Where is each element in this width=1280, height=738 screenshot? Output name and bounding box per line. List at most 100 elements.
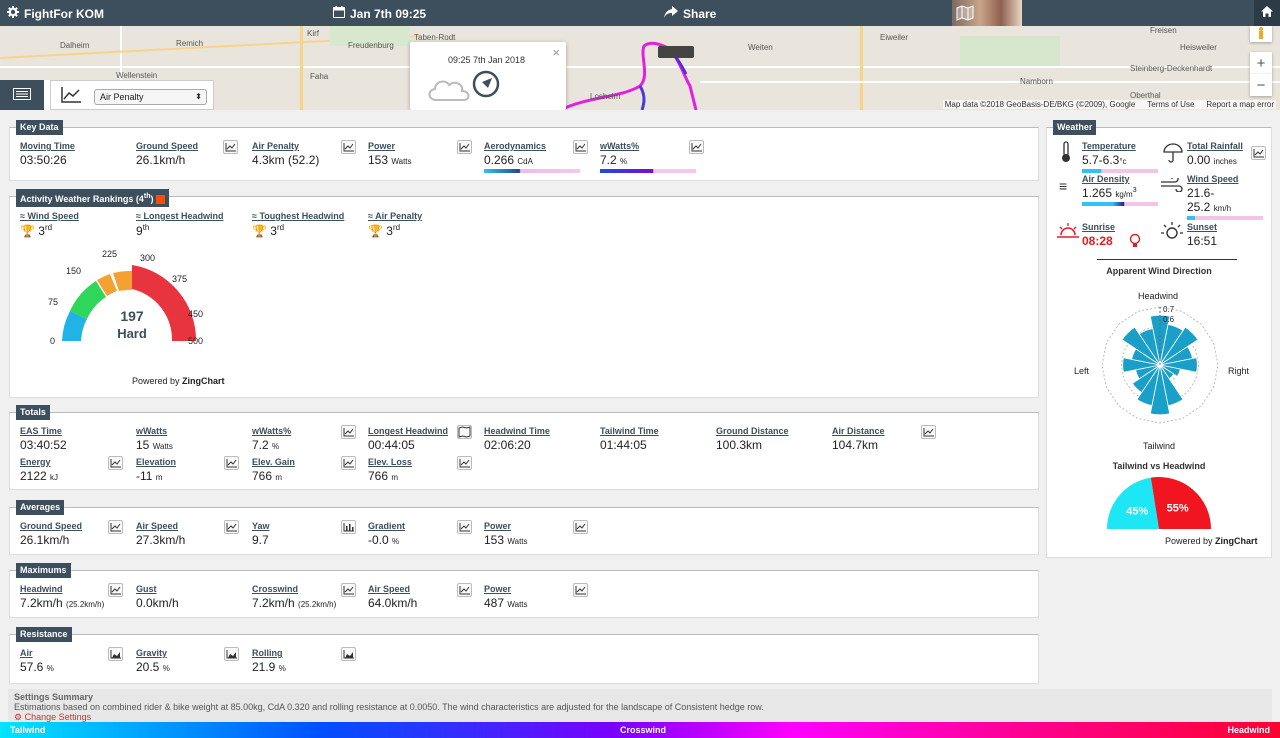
gauge-band: [113, 270, 132, 291]
chart-button[interactable]: [573, 140, 588, 154]
line-chart-icon: [226, 459, 237, 468]
strava-icon[interactable]: [156, 195, 165, 205]
chart-button[interactable]: [457, 520, 472, 534]
area-chart-button[interactable]: [341, 647, 356, 661]
stat-label[interactable]: Air Penalty: [252, 141, 319, 151]
chart-button[interactable]: [341, 456, 356, 470]
chart-button[interactable]: [921, 425, 936, 439]
chart-button[interactable]: [108, 456, 123, 470]
map-label: Eiweiler: [880, 33, 909, 42]
list-view-button[interactable]: [0, 80, 44, 110]
map-marker[interactable]: [658, 46, 694, 58]
stat-label[interactable]: Sunrise: [1082, 222, 1115, 232]
chart-button[interactable]: [341, 583, 356, 597]
stat-label[interactable]: Gust: [136, 584, 179, 594]
stat-label[interactable]: EAS Time: [20, 426, 67, 436]
chart-button[interactable]: [457, 140, 472, 154]
chart-button[interactable]: [573, 520, 588, 534]
line-chart-icon: [226, 523, 237, 532]
stat-label[interactable]: Ground Speed: [136, 141, 198, 151]
zoom-in-label: +: [1256, 54, 1266, 72]
overlay-metric-select[interactable]: Air Penalty ⬍: [94, 89, 207, 105]
stat-label[interactable]: Elev. Loss: [368, 457, 412, 467]
report-error-link[interactable]: Report a map error: [1206, 100, 1274, 109]
ranking-label[interactable]: ≈ Air Penalty: [368, 211, 422, 221]
stat-label[interactable]: Wind Speed: [1187, 174, 1263, 184]
area-chart-button[interactable]: [108, 647, 123, 661]
stat-label[interactable]: Moving Time: [20, 141, 75, 151]
stat-label[interactable]: Elevation: [136, 457, 176, 467]
stat-label[interactable]: Rolling: [252, 648, 286, 658]
terms-link[interactable]: Terms of Use: [1147, 100, 1194, 109]
stat-label[interactable]: Gradient: [368, 521, 405, 531]
chart-button[interactable]: [457, 583, 472, 597]
ranking-label[interactable]: ≈ Wind Speed: [20, 211, 79, 221]
tvh-slice-tailwind[interactable]: [1107, 477, 1159, 529]
chart-button[interactable]: [224, 520, 239, 534]
chart-button[interactable]: [108, 520, 123, 534]
chart-button[interactable]: [457, 456, 472, 470]
stat-label[interactable]: Sunset: [1187, 222, 1217, 232]
stat-label[interactable]: wWatts%: [252, 426, 291, 436]
close-icon[interactable]: ×: [552, 45, 560, 60]
chart-button[interactable]: [108, 583, 123, 597]
chart-button[interactable]: [341, 425, 356, 439]
street-view-button[interactable]: [1250, 26, 1272, 42]
date-button[interactable]: Jan 7th 09:25: [333, 6, 426, 21]
map-button[interactable]: [457, 425, 472, 439]
ranking-label[interactable]: ≈ Toughest Headwind: [252, 211, 344, 221]
ranking-label[interactable]: ≈ Longest Headwind: [136, 211, 223, 221]
stat-label[interactable]: Air Speed: [368, 584, 417, 594]
trophy-icon: 🏆: [252, 224, 267, 238]
stat-label[interactable]: Ground Distance: [716, 426, 789, 436]
stat-label[interactable]: Temperature: [1082, 141, 1158, 151]
line-chart-icon: [459, 586, 470, 595]
stat-label[interactable]: Air Speed: [136, 521, 185, 531]
stat-label[interactable]: Longest Headwind: [368, 426, 448, 436]
app-title-button[interactable]: FightFor KOM: [7, 6, 104, 21]
chart-button[interactable]: [224, 456, 239, 470]
profile-photo[interactable]: [952, 0, 1022, 26]
histogram-button[interactable]: [341, 520, 356, 534]
stat-label[interactable]: Air: [20, 648, 54, 658]
chart-button[interactable]: [573, 583, 588, 597]
chart-button[interactable]: [689, 140, 704, 154]
stat-label[interactable]: Headwind Time: [484, 426, 550, 436]
chart-button[interactable]: [223, 140, 238, 154]
stat-label[interactable]: Elev. Gain: [252, 457, 295, 467]
unit: %: [392, 537, 400, 546]
stat-label[interactable]: Tailwind Time: [600, 426, 659, 436]
chart-button[interactable]: [1251, 146, 1266, 160]
zingchart-link[interactable]: ZingChart: [1215, 536, 1258, 546]
stat-label[interactable]: Headwind: [20, 584, 104, 594]
stat-label[interactable]: Power: [484, 584, 528, 594]
zingchart-link[interactable]: ZingChart: [182, 376, 225, 386]
zoom-out-button[interactable]: −: [1250, 74, 1272, 96]
stat-label[interactable]: Crosswind: [252, 584, 336, 594]
stat-label[interactable]: wWatts: [136, 426, 173, 436]
stat-label[interactable]: Power: [368, 141, 412, 151]
line-chart-icon[interactable]: [61, 87, 81, 106]
stat-label[interactable]: wWatts%: [600, 141, 696, 151]
map-icon: [956, 5, 974, 24]
stat-label[interactable]: Total Rainfall: [1187, 141, 1243, 151]
home-button[interactable]: [1254, 0, 1280, 26]
stat-label[interactable]: Air Density: [1082, 174, 1158, 184]
stat-label[interactable]: Aerodynamics: [484, 141, 580, 151]
stat-label[interactable]: Energy: [20, 457, 58, 467]
stat-label[interactable]: Air Distance: [832, 426, 885, 436]
zoom-in-button[interactable]: +: [1250, 52, 1272, 74]
value-text: 100.3km: [716, 438, 763, 452]
avg-air-speed: Air Speed 27.3km/h: [136, 521, 185, 547]
rankings-title: Activity Weather Rankings (4th): [16, 189, 169, 207]
area-chart-button[interactable]: [224, 647, 239, 661]
share-button[interactable]: Share: [664, 6, 716, 21]
resistance-air: Air 57.6 %: [20, 648, 54, 674]
map-label: Faha: [310, 72, 329, 81]
stat-label[interactable]: Gravity: [136, 648, 170, 658]
stat-label[interactable]: Yaw: [252, 521, 270, 531]
stat-label[interactable]: Power: [484, 521, 528, 531]
rose-axis-right: Right: [1228, 366, 1250, 376]
chart-button[interactable]: [341, 140, 356, 154]
stat-label[interactable]: Ground Speed: [20, 521, 82, 531]
